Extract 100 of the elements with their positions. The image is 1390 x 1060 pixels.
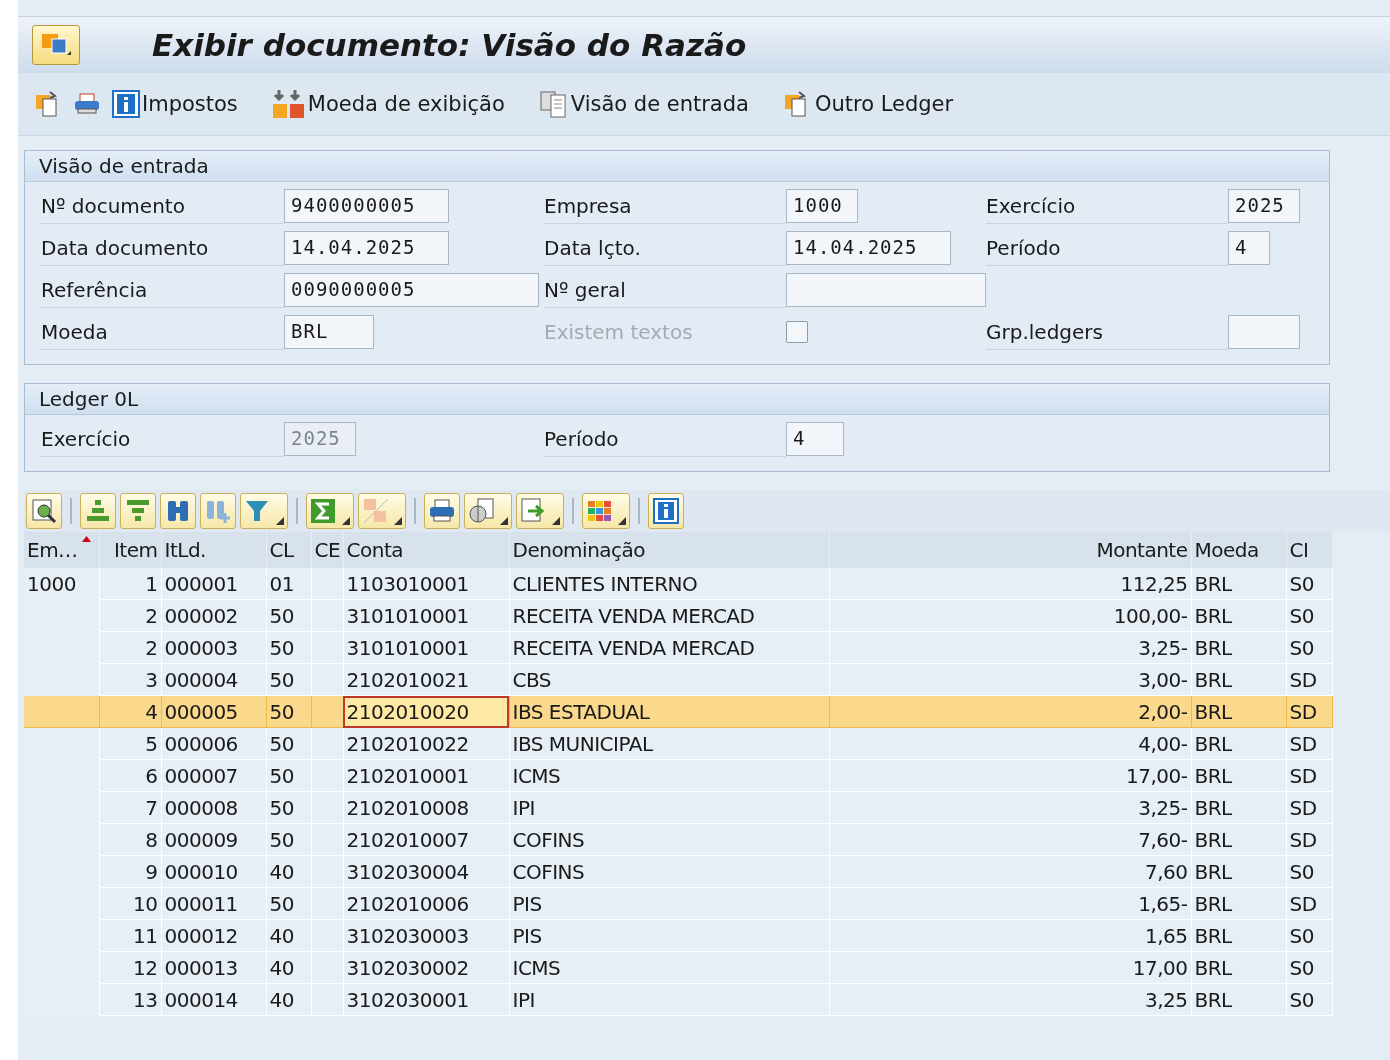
- sort-ascending-button[interactable]: [80, 493, 116, 529]
- table-cell: SD: [1286, 823, 1332, 856]
- column-header[interactable]: Item: [99, 532, 161, 568]
- input-field[interactable]: 14.04.2025: [284, 231, 449, 265]
- dropdown-caret-icon: [394, 517, 402, 525]
- toolbar-button[interactable]: Outro Ledger: [780, 87, 956, 121]
- column-header[interactable]: ItLd.: [161, 532, 266, 568]
- table-row[interactable]: 7 000008 50 2102010008 IPI 3,25- BRL SD: [24, 791, 1332, 824]
- sum-button[interactable]: [306, 493, 354, 529]
- details-button[interactable]: [26, 493, 62, 529]
- table-cell: 000009: [161, 823, 266, 856]
- find-button[interactable]: [160, 493, 196, 529]
- input-field[interactable]: 0090000005: [284, 273, 539, 307]
- table-row[interactable]: 4 000005 50 2102010020 IBS ESTADUAL 2,00- BRL SD: [24, 695, 1332, 728]
- table-cell: 13: [99, 983, 161, 1016]
- print-button[interactable]: [424, 493, 460, 529]
- table-row[interactable]: 5 000006 50 2102010022 IBS MUNICIPAL 4,00- BRL SD: [24, 727, 1332, 760]
- table-cell: 000012: [161, 919, 266, 952]
- input-field[interactable]: 2025: [1228, 189, 1300, 223]
- table-cell: 3102030004: [343, 855, 509, 888]
- table-row[interactable]: 2 000003 50 3101010001 RECEITA VENDA MERCAD 3,25- BRL S0: [24, 631, 1332, 664]
- table-cell: 3,25-: [829, 631, 1191, 664]
- table-row[interactable]: 8 000009 50 2102010007 COFINS 7,60- BRL SD: [24, 823, 1332, 856]
- table-cell: 17,00-: [829, 759, 1191, 792]
- table-cell: IBS MUNICIPAL: [509, 727, 829, 760]
- sum-icon: [310, 497, 338, 525]
- table-cell: S0: [1286, 855, 1332, 888]
- currency-icon: [271, 88, 306, 120]
- table-row[interactable]: 13 000014 40 3102030001 IPI 3,25 BRL S0: [24, 983, 1332, 1016]
- table-cell: 4: [99, 695, 161, 728]
- table-row[interactable]: 9 000010 40 3102030004 COFINS 7,60 BRL S0: [24, 855, 1332, 888]
- column-header[interactable]: Montante: [829, 532, 1191, 568]
- table-cell: 2102010021: [343, 663, 509, 696]
- table-cell: 9: [99, 855, 161, 888]
- column-header[interactable]: CL: [266, 532, 311, 568]
- subtotal-button[interactable]: [358, 493, 406, 529]
- column-header[interactable]: Moeda: [1191, 532, 1286, 568]
- input-field[interactable]: BRL: [284, 315, 374, 349]
- column-header[interactable]: Conta: [343, 532, 509, 568]
- table-cell: 3101010001: [343, 599, 509, 632]
- table-cell: 000006: [161, 727, 266, 760]
- table-cell: 1000: [24, 568, 99, 600]
- view-button[interactable]: [464, 493, 512, 529]
- table-cell: PIS: [509, 919, 829, 952]
- table-cell: 1,65: [829, 919, 1191, 952]
- toolbar-button[interactable]: Moeda de exibição: [269, 86, 507, 122]
- input-field[interactable]: 4: [1228, 231, 1270, 265]
- sort-descending-button[interactable]: [120, 493, 156, 529]
- table-row[interactable]: 1000 1 000001 01 1103010001 CLIENTES INTERNO 112,25 BRL S0: [24, 568, 1332, 600]
- table-cell: SD: [1286, 663, 1332, 696]
- info-button[interactable]: [648, 493, 684, 529]
- table-row[interactable]: 11 000012 40 3102030003 PIS 1,65 BRL S0: [24, 919, 1332, 952]
- table-cell: 7,60-: [829, 823, 1191, 856]
- table-cell: 10: [99, 887, 161, 920]
- table-cell: ICMS: [509, 759, 829, 792]
- input-field[interactable]: 1000: [786, 189, 858, 223]
- table-cell: 5: [99, 727, 161, 760]
- input-field[interactable]: 4: [786, 422, 844, 456]
- table-row[interactable]: 12 000013 40 3102030002 ICMS 17,00 BRL S0: [24, 951, 1332, 984]
- table-row[interactable]: 3 000004 50 2102010021 CBS 3,00- BRL SD: [24, 663, 1332, 696]
- table-cell: 7: [99, 791, 161, 824]
- table-cell: CLIENTES INTERNO: [509, 568, 829, 600]
- table-row[interactable]: 2 000002 50 3101010001 RECEITA VENDA MERCAD 100,00- BRL S0: [24, 599, 1332, 632]
- table-cell: 1103010001: [343, 568, 509, 600]
- table-cell: ICMS: [509, 951, 829, 984]
- input-field[interactable]: 14.04.2025: [786, 231, 951, 265]
- column-header[interactable]: Em…: [24, 532, 99, 568]
- table-cell: COFINS: [509, 823, 829, 856]
- table-cell: 8: [99, 823, 161, 856]
- table-cell: IPI: [509, 791, 829, 824]
- table-cell: 2102010008: [343, 791, 509, 824]
- system-menu-button[interactable]: [32, 25, 80, 65]
- table-cell: 2102010007: [343, 823, 509, 856]
- table-row[interactable]: 10 000011 50 2102010006 PIS 1,65- BRL SD: [24, 887, 1332, 920]
- find-next-button[interactable]: [200, 493, 236, 529]
- table-cell: 3101010001: [343, 631, 509, 664]
- filter-button[interactable]: [240, 493, 288, 529]
- table-cell: 000010: [161, 855, 266, 888]
- table-cell: 000001: [161, 568, 266, 600]
- table-cell: 000002: [161, 599, 266, 632]
- toolbar-button[interactable]: Impostos: [110, 87, 240, 121]
- column-header[interactable]: CE: [311, 532, 343, 568]
- toolbar-button[interactable]: Visão de entrada: [536, 87, 751, 121]
- table-row[interactable]: 6 000007 50 2102010001 ICMS 17,00- BRL SD: [24, 759, 1332, 792]
- table-cell: S0: [1286, 568, 1332, 600]
- input-field[interactable]: 9400000005: [284, 189, 449, 223]
- table-cell: BRL: [1191, 951, 1286, 984]
- table-cell: 112,25: [829, 568, 1191, 600]
- view-icon: [468, 497, 496, 525]
- table-cell: 3102030001: [343, 983, 509, 1016]
- table-cell: S0: [1286, 599, 1332, 632]
- table-cell: 2102010001: [343, 759, 509, 792]
- column-header[interactable]: Denominação: [509, 532, 829, 568]
- input-field[interactable]: [786, 273, 986, 307]
- export-button[interactable]: [516, 493, 564, 529]
- table-cell: 4,00-: [829, 727, 1191, 760]
- input-field[interactable]: [1228, 315, 1300, 349]
- table-cell: 3,25-: [829, 791, 1191, 824]
- layout-button[interactable]: [582, 493, 630, 529]
- column-header[interactable]: CI: [1286, 532, 1332, 568]
